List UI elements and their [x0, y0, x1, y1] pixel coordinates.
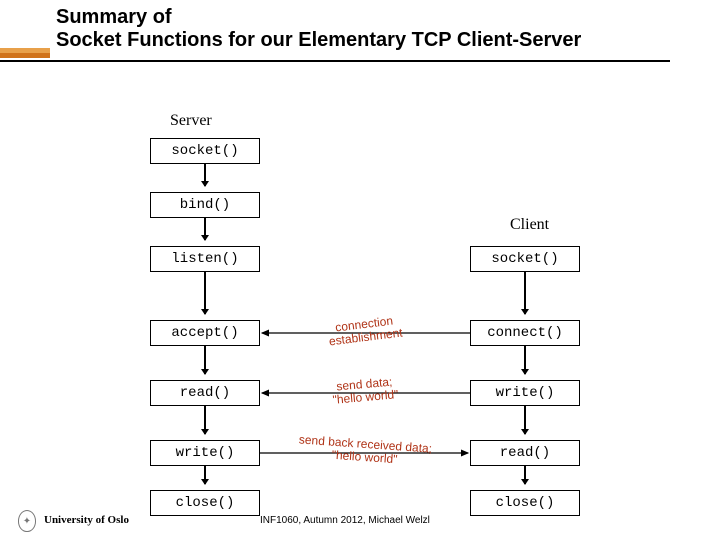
- footer-course-info: INF1060, Autumn 2012, Michael Welzl: [260, 515, 430, 526]
- footer-university: University of Oslo: [44, 514, 129, 526]
- university-seal-icon: ✦: [18, 510, 36, 532]
